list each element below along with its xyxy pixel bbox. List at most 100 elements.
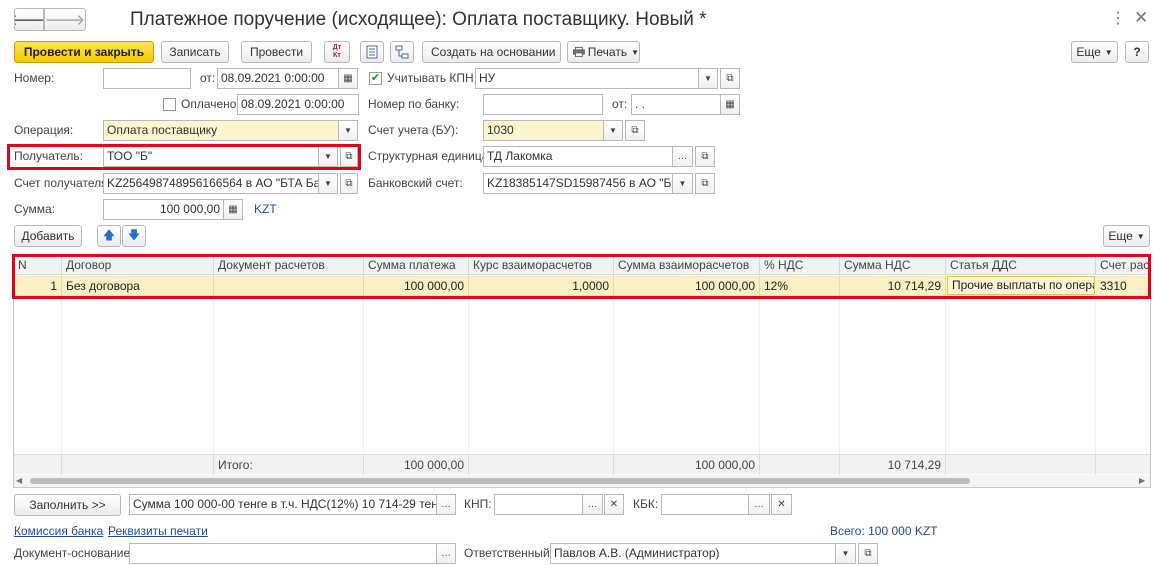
struct-unit-choose-button[interactable]: … bbox=[672, 146, 693, 167]
horizontal-scrollbar[interactable]: ◀ ▶ bbox=[14, 475, 1150, 487]
col-settlement[interactable]: Сумма взаиморасчетов bbox=[614, 256, 760, 275]
bank-fee-link[interactable]: Комиссия банка bbox=[14, 523, 103, 539]
account-bu-open-button[interactable]: ⧉ bbox=[625, 120, 645, 141]
bank-account-dropdown-button[interactable]: ▼ bbox=[672, 173, 693, 194]
recipient-input[interactable]: ТОО "Б" bbox=[103, 146, 319, 167]
scroll-left-icon[interactable]: ◀ bbox=[16, 475, 22, 487]
table-row[interactable]: 1 Без договора 100 000,00 1,0000 100 000… bbox=[14, 276, 1150, 296]
operation-select[interactable]: Оплата поставщику bbox=[103, 120, 339, 141]
dropdown-arrow-icon: ▼ bbox=[561, 48, 562, 57]
date-from-label: от: bbox=[200, 71, 216, 85]
save-button[interactable]: Записать bbox=[161, 41, 229, 63]
move-down-button[interactable]: 🡇 bbox=[122, 225, 146, 247]
date-input[interactable]: 08.09.2021 0:00:00 bbox=[217, 68, 339, 89]
number-input[interactable] bbox=[103, 68, 191, 89]
paid-date-input[interactable]: 08.09.2021 0:00:00 bbox=[237, 94, 359, 115]
close-icon[interactable]: ✕ bbox=[1134, 9, 1148, 27]
col-vat-pct[interactable]: % НДС bbox=[760, 256, 840, 275]
more-button[interactable]: Еще ▼ bbox=[1071, 41, 1118, 63]
col-contract[interactable]: Договор bbox=[62, 256, 214, 275]
kbk-input[interactable] bbox=[661, 494, 749, 515]
bank-calendar-button[interactable]: ▦ bbox=[720, 94, 740, 115]
add-row-button[interactable]: Добавить bbox=[14, 225, 82, 247]
cell-contract: Без договора bbox=[62, 276, 214, 296]
back-button[interactable]: 🡐 bbox=[14, 8, 44, 31]
ellipsis-icon: … bbox=[441, 548, 451, 559]
col-vat-sum[interactable]: Сумма НДС bbox=[840, 256, 946, 275]
print-button[interactable]: Печать ▼ bbox=[567, 41, 640, 63]
open-icon: ⧉ bbox=[726, 73, 734, 84]
bank-date-input[interactable]: . . bbox=[631, 94, 721, 115]
responsible-open-button[interactable]: ⧉ bbox=[858, 543, 878, 564]
knp-choose-button[interactable]: … bbox=[582, 494, 603, 515]
post-and-close-button[interactable]: Провести и закрыть bbox=[14, 41, 154, 63]
chevron-down-icon: ▼ bbox=[324, 179, 332, 188]
cell-settlement: 100 000,00 bbox=[614, 276, 760, 296]
currency-label: KZT bbox=[254, 202, 277, 216]
bank-number-input[interactable] bbox=[483, 94, 603, 115]
base-doc-input[interactable] bbox=[129, 543, 437, 564]
scrollbar-thumb[interactable] bbox=[30, 478, 970, 484]
chevron-down-icon: ▼ bbox=[678, 179, 687, 188]
kbk-choose-button[interactable]: … bbox=[748, 494, 770, 515]
account-bu-dropdown-button[interactable]: ▼ bbox=[603, 120, 623, 141]
struct-unit-label: Структурная единица: bbox=[368, 149, 492, 163]
table-footer: Итого: 100 000,00 100 000,00 10 714,29 bbox=[14, 454, 1150, 475]
kpn-dropdown-button[interactable]: ▼ bbox=[698, 68, 718, 89]
kpn-select[interactable]: НУ bbox=[475, 68, 699, 89]
forward-button[interactable]: 🡒 bbox=[44, 8, 86, 31]
responsible-dropdown-button[interactable]: ▼ bbox=[835, 543, 856, 564]
move-up-button[interactable]: 🡅 bbox=[97, 225, 121, 247]
list-icon bbox=[366, 45, 378, 59]
table-header: N Договор Документ расчетов Сумма платеж… bbox=[14, 256, 1150, 275]
bank-account-input[interactable]: KZ18385147SD15987456 в АО "Банк bbox=[483, 173, 673, 194]
recipient-account-dropdown-button[interactable]: ▼ bbox=[318, 173, 338, 194]
dtkt-button[interactable]: Дт Кт bbox=[324, 41, 350, 63]
post-button[interactable]: Провести bbox=[241, 41, 312, 63]
create-based-on-button[interactable]: Создать на основании▼ bbox=[422, 41, 561, 63]
ellipsis-icon: … bbox=[754, 499, 764, 510]
arrow-up-icon: 🡅 bbox=[102, 227, 116, 242]
calculator-button[interactable]: ▦ bbox=[223, 199, 243, 220]
cell-dds[interactable]: Прочие выплаты по опера... bbox=[947, 276, 1095, 295]
col-payment[interactable]: Сумма платежа bbox=[364, 256, 469, 275]
recipient-open-button[interactable]: ⧉ bbox=[340, 146, 358, 167]
recipient-account-open-button[interactable]: ⧉ bbox=[340, 173, 358, 194]
kpn-open-button[interactable]: ⧉ bbox=[720, 68, 740, 89]
struct-unit-input[interactable]: ТД Лакомка bbox=[483, 146, 673, 167]
fill-button[interactable]: Заполнить >> bbox=[14, 494, 121, 516]
recipient-dropdown-button[interactable]: ▼ bbox=[318, 146, 338, 167]
hierarchy-icon bbox=[395, 45, 409, 59]
amount-input[interactable]: 100 000,00 bbox=[103, 199, 224, 220]
purpose-choose-button[interactable]: … bbox=[436, 494, 456, 515]
recipient-account-input[interactable]: KZ256498748956166564 в АО "БТА Банк" bbox=[103, 173, 319, 194]
knp-input[interactable] bbox=[494, 494, 583, 515]
kbk-clear-button[interactable]: ✕ bbox=[771, 494, 792, 515]
kebab-menu-icon[interactable]: ⋮ bbox=[1110, 10, 1126, 28]
help-button[interactable]: ? bbox=[1125, 41, 1149, 63]
col-doc[interactable]: Документ расчетов bbox=[214, 256, 364, 275]
purpose-input[interactable]: Сумма 100 000-00 тенге в т.ч. НДС(12%) 1… bbox=[129, 494, 437, 515]
list-button[interactable] bbox=[360, 41, 384, 63]
table-more-button[interactable]: Еще ▼ bbox=[1103, 225, 1150, 247]
open-icon: ⧉ bbox=[345, 151, 353, 162]
calendar-button[interactable]: ▦ bbox=[338, 68, 358, 89]
window-title: Платежное поручение (исходящее): Оплата … bbox=[130, 9, 707, 30]
operation-dropdown-button[interactable]: ▼ bbox=[338, 120, 358, 141]
bank-account-open-button[interactable]: ⧉ bbox=[695, 173, 715, 194]
knp-clear-button[interactable]: ✕ bbox=[604, 494, 624, 515]
col-account[interactable]: Счет расче bbox=[1096, 256, 1150, 275]
structure-button[interactable] bbox=[390, 41, 414, 63]
print-details-link[interactable]: Реквизиты печати bbox=[108, 523, 208, 539]
base-doc-choose-button[interactable]: … bbox=[436, 543, 456, 564]
struct-unit-open-button[interactable]: ⧉ bbox=[695, 146, 715, 167]
col-rate[interactable]: Курс взаиморасчетов bbox=[469, 256, 614, 275]
dropdown-arrow-icon: ▼ bbox=[1136, 231, 1145, 241]
account-bu-input[interactable]: 1030 bbox=[483, 120, 604, 141]
scroll-right-icon[interactable]: ▶ bbox=[1139, 475, 1145, 487]
col-n[interactable]: N bbox=[14, 256, 62, 275]
responsible-input[interactable]: Павлов А.В. (Администратор) bbox=[550, 543, 836, 564]
paid-checkbox[interactable] bbox=[163, 98, 176, 111]
kpn-checkbox[interactable]: ✔ bbox=[369, 72, 382, 85]
col-dds[interactable]: Статья ДДС bbox=[946, 256, 1096, 275]
